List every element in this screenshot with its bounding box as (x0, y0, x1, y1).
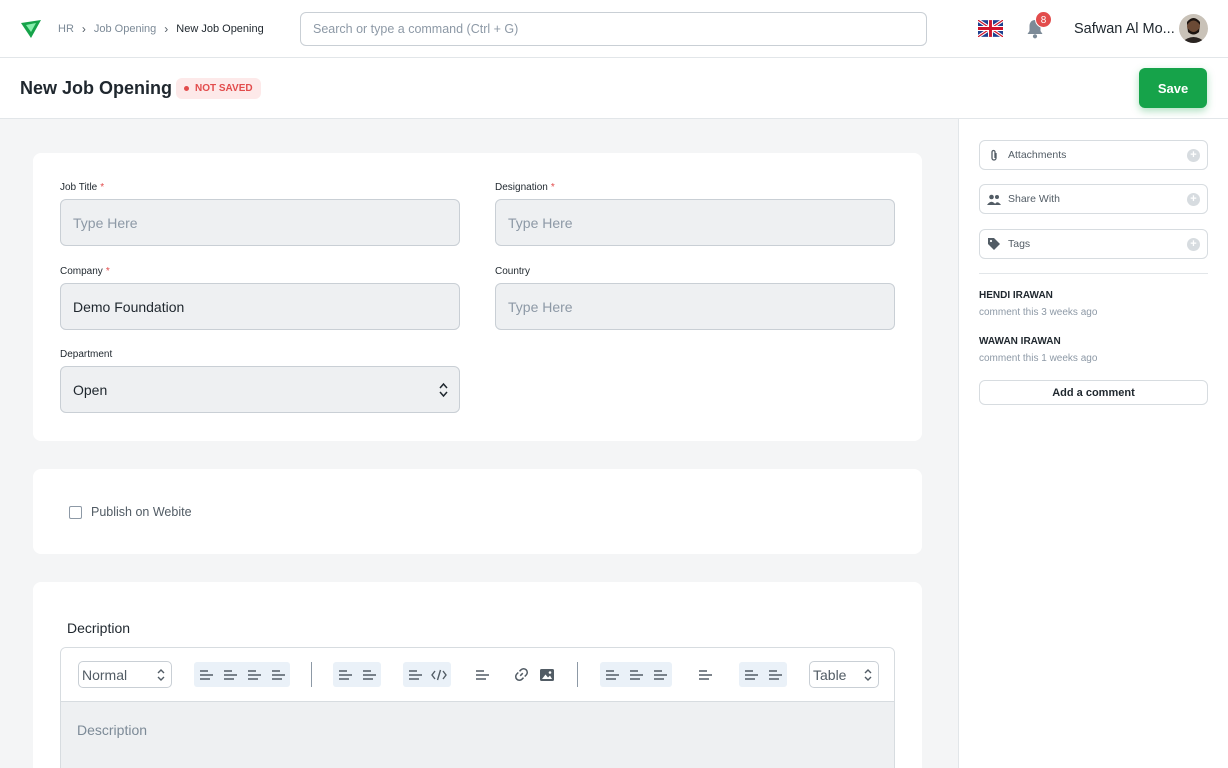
status-badge: NOT SAVED (176, 78, 261, 99)
comment-author: WAWAN IRAWAN (979, 336, 1061, 347)
page-title: New Job Opening (20, 78, 173, 98)
align-left-icon[interactable] (194, 662, 218, 687)
image-icon[interactable] (535, 662, 559, 687)
toolbar-group-align (600, 662, 672, 687)
job-title-input[interactable]: Type Here (60, 199, 460, 246)
company-label-text: Company (60, 266, 103, 277)
toolbar-group-code (403, 662, 451, 687)
paperclip-icon (987, 148, 1001, 162)
format-select[interactable]: Normal (78, 661, 172, 688)
toolbar-group-text (194, 662, 290, 687)
link-icon[interactable] (509, 662, 533, 687)
country-input[interactable]: Type Here (495, 283, 895, 330)
blockquote-icon[interactable] (403, 662, 427, 687)
select-arrows-icon (157, 669, 165, 681)
app-logo-icon[interactable] (20, 18, 42, 40)
avatar[interactable] (1179, 14, 1208, 43)
comment-author: HENDI IRAWAN (979, 290, 1053, 301)
list-icon[interactable] (333, 662, 357, 687)
indent-icon[interactable] (470, 662, 494, 687)
chevron-right-icon: › (81, 22, 86, 36)
align-justify-icon[interactable] (693, 662, 717, 687)
add-attachment-icon[interactable]: + (1187, 149, 1200, 162)
tags-box[interactable]: Tags + (979, 229, 1208, 259)
department-value: Open (73, 382, 108, 398)
designation-label-text: Designation (495, 182, 548, 193)
breadcrumb-hr[interactable]: HR (58, 23, 74, 35)
company-label: Company * (60, 266, 110, 277)
designation-label: Designation * (495, 182, 555, 193)
share-with-label: Share With (1008, 193, 1060, 205)
required-marker: * (100, 182, 105, 193)
select-arrows-icon (864, 669, 872, 681)
align-left-icon[interactable] (266, 662, 290, 687)
table-select-value: Table (813, 667, 847, 683)
share-with-box[interactable]: Share With + (979, 184, 1208, 214)
notification-badge: 8 (1035, 11, 1052, 28)
designation-input[interactable]: Type Here (495, 199, 895, 246)
comment-time: comment this 3 weeks ago (979, 307, 1098, 318)
align-right-icon[interactable] (648, 662, 672, 687)
rich-text-editor: Normal Table Description (60, 647, 895, 768)
comment-time: comment this 1 weeks ago (979, 353, 1098, 364)
toolbar-group-direction (739, 662, 787, 687)
align-center-icon[interactable] (624, 662, 648, 687)
save-button[interactable]: Save (1139, 68, 1207, 108)
job-title-label: Job Title * (60, 182, 104, 193)
format-select-value: Normal (82, 667, 128, 683)
details-card: Job Title * Type Here Designation * Type H… (33, 153, 922, 441)
country-label: Country (495, 266, 531, 277)
required-marker: * (105, 266, 110, 277)
align-left-icon[interactable] (600, 662, 624, 687)
page-header: New Job Opening NOT SAVED Save (0, 58, 1228, 119)
required-marker: * (550, 182, 555, 193)
status-dot-icon (184, 86, 189, 91)
clear-format-icon[interactable] (763, 662, 787, 687)
add-share-icon[interactable]: + (1187, 193, 1200, 206)
add-comment-button[interactable]: Add a comment (979, 380, 1208, 405)
list-icon[interactable] (357, 662, 381, 687)
toolbar-divider (577, 662, 578, 687)
editor-toolbar: Normal Table (61, 648, 894, 702)
users-icon (987, 192, 1001, 206)
sidebar-divider (979, 273, 1208, 274)
attachments-box[interactable]: Attachments + (979, 140, 1208, 170)
description-title: Decription (67, 620, 131, 636)
toolbar-divider (311, 662, 312, 687)
right-sidebar: Attachments + Share With + Tags + HENDI … (958, 119, 1228, 768)
description-placeholder: Description (77, 722, 148, 738)
breadcrumb-current: New Job Opening (176, 23, 264, 35)
tag-icon (987, 237, 1001, 251)
job-title-label-text: Job Title (60, 182, 98, 193)
publish-label[interactable]: Publish on Webite (91, 505, 192, 519)
publish-card: Publish on Webite (33, 469, 922, 554)
department-select[interactable]: Open (60, 366, 460, 413)
search-input[interactable]: Search or type a command (Ctrl + G) (300, 12, 927, 46)
publish-checkbox[interactable] (69, 506, 82, 519)
select-arrows-icon (439, 382, 448, 398)
department-label: Department (60, 349, 113, 360)
top-navbar: HR › Job Opening › New Job Opening Searc… (0, 0, 1228, 58)
company-input[interactable]: Demo Foundation (60, 283, 460, 330)
add-tag-icon[interactable]: + (1187, 238, 1200, 251)
table-select[interactable]: Table (809, 661, 879, 688)
text-direction-icon[interactable] (739, 662, 763, 687)
code-icon[interactable] (427, 662, 451, 687)
tags-label: Tags (1008, 238, 1031, 250)
uk-flag-icon[interactable] (978, 20, 1003, 37)
description-card: Decription Normal Table Description (33, 582, 922, 768)
align-left-icon[interactable] (218, 662, 242, 687)
status-text: NOT SAVED (195, 83, 253, 94)
align-left-icon[interactable] (242, 662, 266, 687)
breadcrumb: HR › Job Opening › New Job Opening (58, 22, 264, 36)
description-editor-area[interactable]: Description (61, 702, 894, 768)
user-name[interactable]: Safwan Al Mo... (1074, 21, 1175, 37)
breadcrumb-job-opening[interactable]: Job Opening (94, 23, 156, 35)
toolbar-group-lists (333, 662, 381, 687)
chevron-right-icon: › (164, 22, 169, 36)
attachments-label: Attachments (1008, 149, 1067, 161)
